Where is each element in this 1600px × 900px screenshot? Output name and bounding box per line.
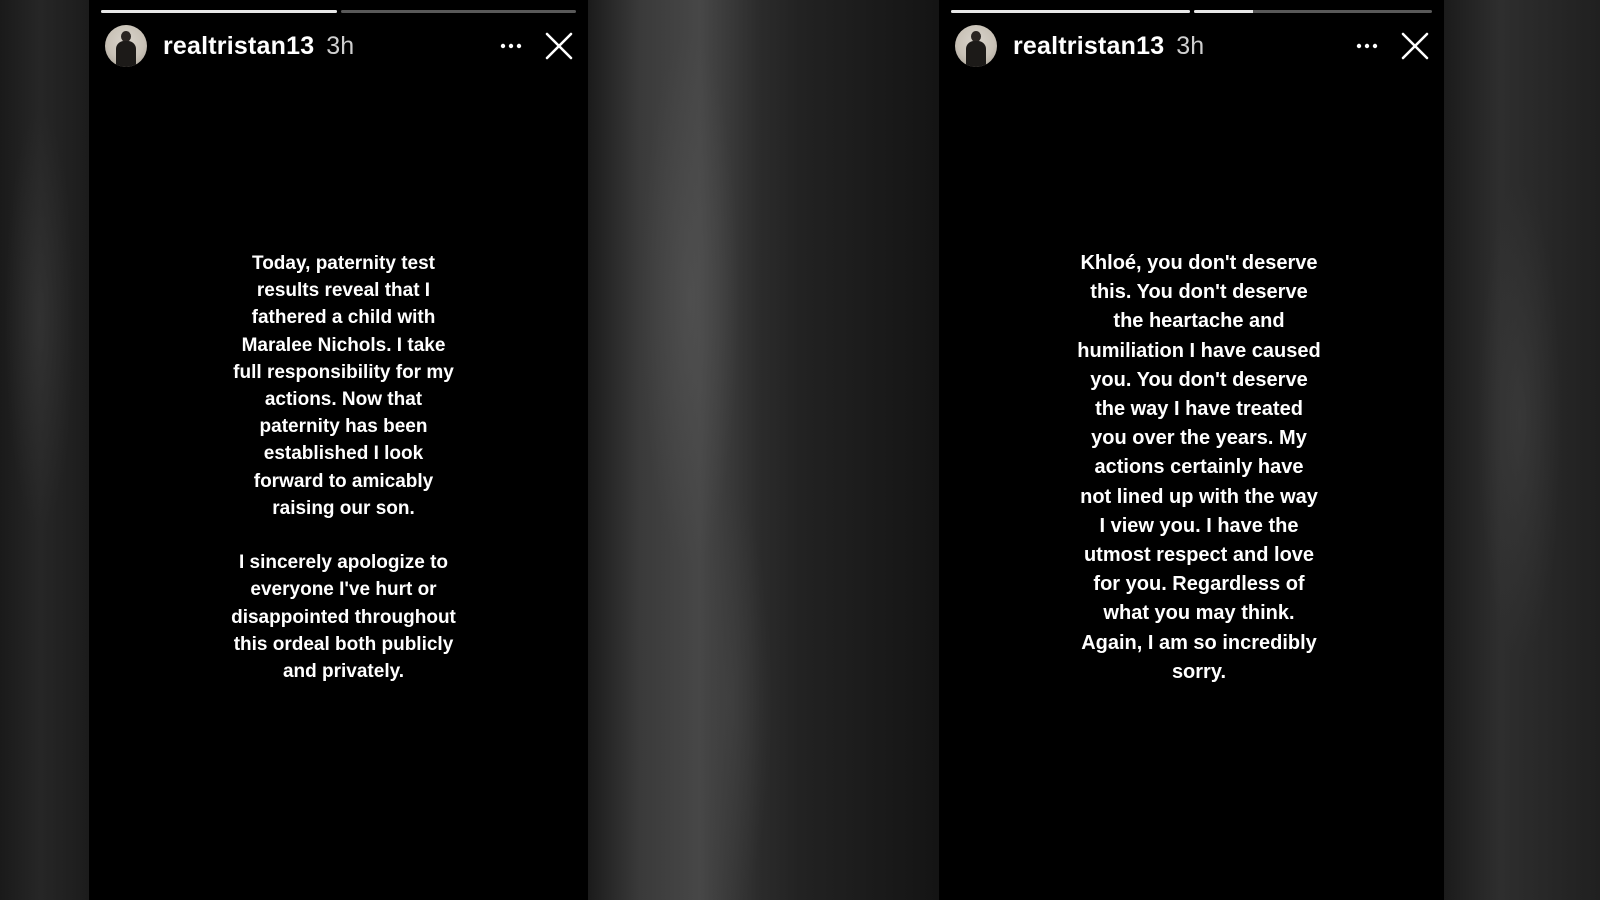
username[interactable]: realtristan13	[1013, 32, 1164, 61]
avatar-figure-body	[966, 41, 986, 67]
close-button[interactable]	[1400, 31, 1430, 61]
progress-fill	[101, 10, 337, 13]
progress-fill	[1193, 10, 1254, 13]
post-time: 3h	[326, 31, 355, 60]
progress-segment	[1193, 10, 1432, 13]
more-options-button[interactable]	[1352, 31, 1382, 61]
story-header: realtristan13 3h	[105, 24, 574, 68]
story-text: Today, paternity test results reveal tha…	[231, 253, 456, 683]
avatar-figure-body	[116, 41, 136, 67]
username[interactable]: realtristan13	[163, 32, 314, 61]
progress-segment	[340, 10, 576, 13]
story-progress-bar	[951, 10, 1432, 13]
story-progress-bar	[101, 10, 576, 13]
more-options-icon	[1356, 43, 1378, 49]
story-text: Khloé, you don't deserve this. You don't…	[1077, 252, 1321, 683]
more-options-button[interactable]	[496, 31, 526, 61]
avatar[interactable]	[105, 25, 147, 67]
progress-segment	[101, 10, 337, 13]
progress-segment	[951, 10, 1190, 13]
progress-fill	[951, 10, 1190, 13]
avatar[interactable]	[955, 25, 997, 67]
screenshot-stage: realtristan13 3h Today, paternity test r…	[0, 0, 1600, 900]
more-options-icon	[500, 43, 522, 49]
close-button[interactable]	[544, 31, 574, 61]
story-panel-left[interactable]: realtristan13 3h Today, paternity test r…	[89, 0, 588, 900]
story-panel-right[interactable]: realtristan13 3h Khloé, you don't deserv…	[939, 0, 1444, 900]
close-icon	[1401, 32, 1429, 60]
story-header: realtristan13 3h	[955, 24, 1430, 68]
close-icon	[545, 32, 573, 60]
post-time: 3h	[1176, 31, 1205, 60]
